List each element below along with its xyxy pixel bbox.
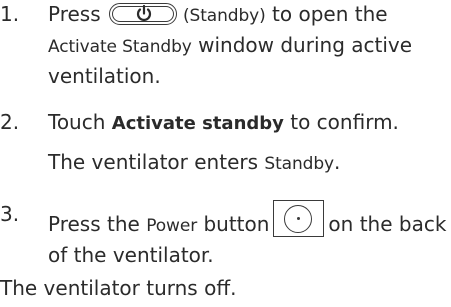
window-name: Activate Standby xyxy=(48,37,192,57)
step-result: The ventilator enters Standby. xyxy=(48,148,340,179)
step-text: Press the Power button on the back of th… xyxy=(48,200,448,270)
activate-standby-label: Activate standby xyxy=(111,113,284,134)
step-text-mid: to open the xyxy=(272,2,388,26)
standby-icon xyxy=(109,3,179,25)
power-button-icon xyxy=(273,200,325,237)
step-text: Touch Activate standby to confirm. xyxy=(48,108,448,138)
standby-label: (Standby) xyxy=(183,6,266,26)
final-result: The ventilator turns off. xyxy=(0,276,237,300)
result-post: . xyxy=(333,150,341,174)
step-text-pre: Touch xyxy=(48,110,106,134)
step-text-mid: button xyxy=(203,212,270,236)
step-text-post: to confirm. xyxy=(290,110,399,134)
step-number: 3. xyxy=(0,202,20,226)
step-number: 2. xyxy=(0,110,20,134)
step-text-pre: Press the xyxy=(48,212,140,236)
result-pre: The ventilator enters xyxy=(48,150,259,174)
standby-term: Standby xyxy=(264,154,334,174)
step-number: 1. xyxy=(0,2,20,26)
power-term: Power xyxy=(146,216,198,236)
step-text-pre: Press xyxy=(48,2,101,26)
step-text: Press (Standby) to open the Activate Sta… xyxy=(48,0,448,91)
